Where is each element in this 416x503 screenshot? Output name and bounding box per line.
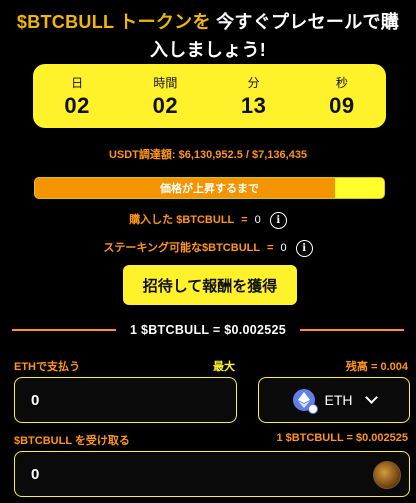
divider-line-left xyxy=(12,329,116,331)
countdown-hours-value: 02 xyxy=(152,93,179,118)
staking-value: 0 xyxy=(280,242,287,254)
countdown-timer: 日 02 時間 02 分 13 秒 09 xyxy=(33,64,386,128)
info-icon[interactable]: i xyxy=(295,239,313,257)
ethereum-icon xyxy=(292,389,318,414)
countdown-minutes: 分 13 xyxy=(210,64,298,128)
presale-progress-bar: 価格が上昇するまで xyxy=(34,177,385,199)
staking-eq: = xyxy=(266,242,274,254)
title-token-word: トークンを xyxy=(119,12,211,32)
receive-amount-field[interactable] xyxy=(14,451,410,497)
pay-amount-input[interactable] xyxy=(15,378,236,422)
purchased-eq: = xyxy=(241,214,248,226)
info-icon[interactable]: i xyxy=(269,211,287,229)
countdown-seconds: 秒 09 xyxy=(298,64,386,128)
countdown-minutes-value: 13 xyxy=(240,93,267,118)
token-selector[interactable]: ETH xyxy=(258,377,410,423)
countdown-days: 日 02 xyxy=(33,64,121,128)
countdown-days-value: 02 xyxy=(64,93,90,118)
countdown-hours-label: 時間 xyxy=(153,76,178,90)
receive-label: $BTCBULL を受け取る xyxy=(14,435,130,447)
rate-text: 1 $BTCBULL = $0.002525 xyxy=(129,323,287,337)
countdown-hours: 時間 02 xyxy=(121,64,209,128)
countdown-minutes-label: 分 xyxy=(247,76,260,90)
receive-amount-input[interactable] xyxy=(15,452,409,496)
staking-row: ステーキング可能な$BTCBULL = 0 i xyxy=(0,239,416,257)
max-button[interactable]: 最大 xyxy=(213,358,235,374)
purchased-row: 購入した $BTCBULL = 0 i xyxy=(0,211,416,229)
pay-label: ETHで支払う xyxy=(14,361,80,373)
receive-rate: 1 $BTCBULL = $0.002525 xyxy=(276,432,408,444)
pay-amount-field[interactable] xyxy=(14,377,237,423)
balance-text: 残高 = 0.004 xyxy=(345,361,408,373)
token-selector-label: ETH xyxy=(324,392,353,408)
staking-label: ステーキング可能な$BTCBULL xyxy=(103,242,260,254)
countdown-seconds-label: 秒 xyxy=(335,76,348,90)
rate-divider: 1 $BTCBULL = $0.002525 xyxy=(12,322,405,338)
progress-label: 価格が上昇するまで xyxy=(160,183,259,195)
title-ticker: $BTCBULL xyxy=(16,12,114,32)
divider-line-right xyxy=(300,329,405,331)
countdown-days-label: 日 xyxy=(71,76,84,90)
invite-rewards-button[interactable]: 招待して報酬を獲得 xyxy=(123,265,297,305)
page-title: $BTCBULL トークンを 今すぐプレセールで購入しましょう! xyxy=(10,8,406,64)
purchased-value: 0 xyxy=(254,214,261,226)
raised-amount: USDT調達額: $6,130,952.5 / $7,136,435 xyxy=(108,149,308,161)
countdown-seconds-value: 09 xyxy=(329,93,355,118)
purchased-label: 購入した $BTCBULL xyxy=(129,214,235,226)
btcbull-icon xyxy=(373,461,401,489)
chevron-down-icon xyxy=(364,391,378,404)
